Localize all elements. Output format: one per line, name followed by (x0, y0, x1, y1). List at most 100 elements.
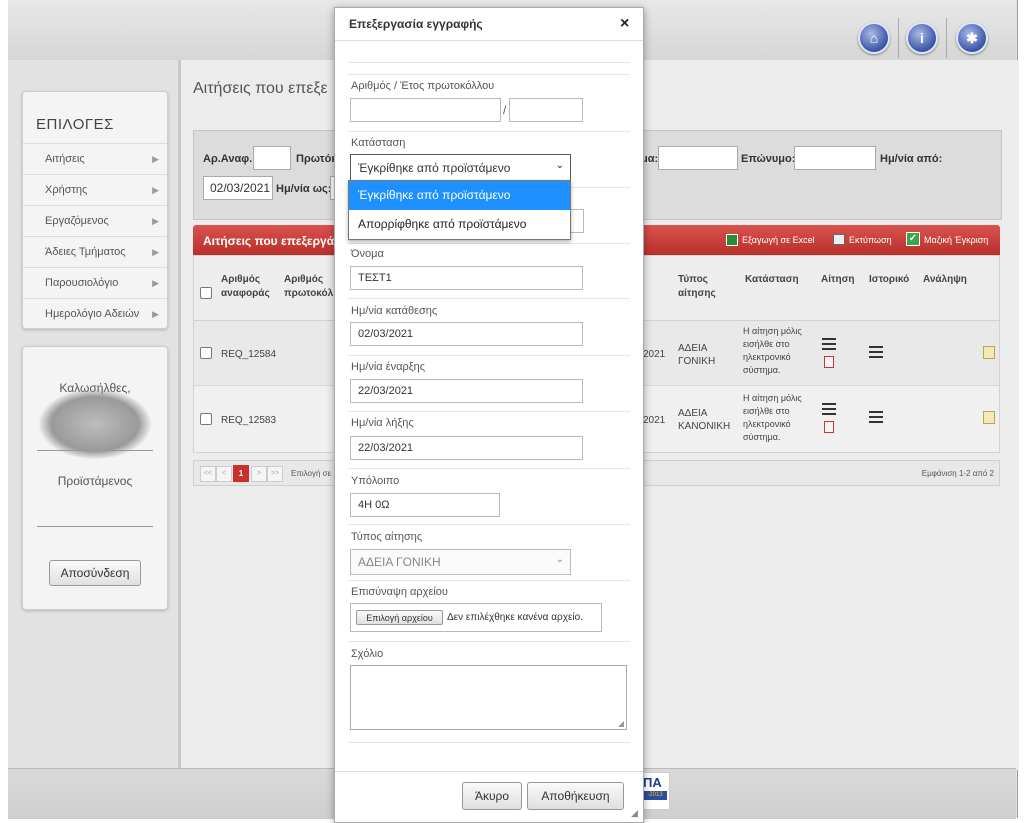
submit-date-label: Ημ/νία κατάθεσης (351, 305, 438, 317)
divider (348, 355, 630, 356)
column-header[interactable]: Ανάληψη (923, 273, 967, 287)
save-button[interactable]: Αποθήκευση (527, 782, 624, 810)
column-header[interactable]: Ιστορικό (869, 273, 909, 287)
sidebar-item-employee[interactable]: Εργαζόμενος ▶ (23, 205, 167, 236)
end-date-input[interactable]: 22/03/2021 (350, 436, 583, 460)
row-checkbox[interactable] (200, 413, 212, 425)
sidebar-item-attendance[interactable]: Παρουσιολόγιο ▶ (23, 267, 167, 298)
bulk-approve-link[interactable]: Μαζική Έγκριση (924, 235, 988, 245)
column-header[interactable]: Κατάσταση (745, 273, 799, 287)
column-header[interactable]: Τύπος αίτησης (678, 273, 728, 301)
ref-number-input[interactable] (253, 146, 291, 170)
status-option-approved[interactable]: Έγκρίθηκε από προϊστάμενο (349, 181, 570, 210)
name-filter-input[interactable] (658, 146, 738, 170)
balance-input[interactable]: 4Η 0Ω (350, 493, 500, 517)
view-request-icon[interactable] (822, 403, 836, 415)
last-page-button[interactable]: >> (267, 466, 283, 482)
current-page[interactable]: 1 (233, 465, 249, 482)
row-checkbox[interactable] (200, 347, 212, 359)
attachment-label: Επισύναψη αρχείου (351, 586, 448, 598)
protocol-label: Πρωτόκ (296, 153, 338, 165)
date-from-input[interactable]: 02/03/2021 (203, 176, 273, 200)
next-page-button[interactable]: > (251, 466, 267, 482)
status-label: Κατάσταση (351, 137, 406, 149)
print-link[interactable]: Εκτύπωση (849, 235, 892, 245)
surname-filter-input[interactable] (794, 146, 876, 170)
name-input[interactable]: ΤΕΣΤ1 (350, 266, 583, 290)
resize-grip-icon[interactable]: ◢ (631, 808, 638, 819)
prev-page-button[interactable]: < (216, 466, 232, 482)
sidebar-item-label: Εργαζόμενος (45, 215, 109, 227)
chevron-down-icon: ⌄ (555, 160, 564, 171)
start-date-input[interactable]: 22/03/2021 (350, 379, 583, 403)
resize-handle-icon[interactable]: ◢ (618, 719, 624, 728)
column-header[interactable]: Αριθμός αναφοράς (221, 273, 273, 301)
cancel-button[interactable]: Άκυρο (462, 782, 522, 810)
sidebar-item-requests[interactable]: Αιτήσεις ▶ (23, 143, 167, 174)
status-option-rejected[interactable]: Απορρίφθηκε από προϊστάμενο (349, 210, 570, 239)
protocol-number-input[interactable] (350, 98, 501, 122)
dialog-title: Επεξεργασία εγγραφής (349, 17, 483, 31)
protocol-year-input[interactable] (509, 98, 583, 122)
settings-icon[interactable]: ✱ (956, 22, 988, 54)
edit-icon[interactable] (983, 411, 995, 424)
chevron-right-icon: ▶ (152, 247, 159, 257)
sidebar-item-leave-calendar[interactable]: Ημερολόγιο Αδειών ▶ (23, 298, 167, 329)
divider (348, 641, 630, 642)
first-page-button[interactable]: << (200, 466, 216, 482)
info-icon[interactable]: i (906, 22, 938, 54)
column-header[interactable]: Αίτηση (821, 273, 855, 287)
file-status: Δεν επιλέχθηκε κανένα αρχείο. (447, 612, 583, 623)
divider (348, 62, 630, 63)
user-role: Προϊστάμενος (57, 474, 133, 488)
divider (348, 131, 630, 132)
sidebar-item-user[interactable]: Χρήστης ▶ (23, 174, 167, 205)
close-icon[interactable]: × (620, 15, 629, 33)
request-status: Η αίτηση μόλις εισήλθε στο ηλεκτρονικό σ… (743, 393, 802, 442)
status-selected-value: Έγκρίθηκε από προϊστάμενο (358, 160, 511, 175)
chevron-right-icon: ▶ (152, 185, 159, 195)
select-all-checkbox[interactable] (200, 287, 212, 299)
surname-label: Επώνυμο: (741, 153, 796, 165)
chevron-right-icon: ▶ (152, 278, 159, 288)
pdf-icon[interactable] (824, 356, 834, 368)
request-type: ΑΔΕΙΑ ΚΑΝΟΝΙΚΗ (678, 408, 731, 432)
logout-button[interactable]: Αποσύνδεση (49, 560, 141, 586)
pdf-icon[interactable] (824, 421, 834, 433)
edit-record-dialog: Επεξεργασία εγγραφής × Αριθμός / Έτος πρ… (334, 7, 644, 823)
divider (348, 742, 630, 743)
footer-logo: ΠΑ -2013 (640, 772, 670, 810)
submit-date-input[interactable]: 02/03/2021 (350, 322, 583, 346)
history-icon[interactable] (869, 346, 883, 358)
choose-file-button[interactable]: Επιλογή αρχείου (356, 610, 443, 625)
history-icon[interactable] (869, 411, 883, 423)
footer-divider (335, 771, 643, 772)
sidebar-item-label: Άδειες Τμήματος (45, 246, 126, 258)
view-request-icon[interactable] (822, 338, 836, 350)
chevron-down-icon: ⌄ (555, 554, 564, 565)
ref-number: REQ_12584 (221, 349, 277, 360)
column-header[interactable]: Αριθμός πρωτοκόλ (284, 273, 334, 303)
sidebar-item-department-leaves[interactable]: Άδειες Τμήματος ▶ (23, 236, 167, 267)
sidebar-item-label: Χρήστης (45, 184, 88, 196)
protocol-label: Αριθμός / Έτος πρωτοκόλλου (351, 80, 495, 92)
chevron-right-icon: ▶ (152, 309, 159, 319)
ref-number: REQ_12583 (221, 415, 277, 426)
comment-textarea[interactable]: ◢ (350, 665, 627, 730)
divider (348, 580, 630, 581)
name-label: Όνομα (351, 248, 384, 260)
status-select[interactable]: Έγκρίθηκε από προϊστάμενο ⌄ (350, 154, 571, 181)
file-input[interactable]: Επιλογή αρχείου Δεν επιλέχθηκε κανένα αρ… (350, 603, 602, 632)
page-title: Αιτήσεις που επεξε (193, 80, 328, 97)
avatar (39, 389, 151, 459)
check-icon: ✓ (906, 232, 920, 246)
divider (898, 18, 899, 58)
export-excel-link[interactable]: Εξαγωγή σε Excel (742, 235, 815, 245)
request-type-label: Τύπος αίτησης (351, 531, 423, 543)
edit-icon[interactable] (983, 346, 995, 359)
divider (37, 526, 153, 527)
home-icon[interactable]: ⌂ (858, 22, 890, 54)
request-type-select[interactable]: ΑΔΕΙΑ ΓΟΝΙΚΗ ⌄ (350, 549, 571, 575)
dialog-header: Επεξεργασία εγγραφής × (335, 8, 643, 41)
divider (37, 450, 153, 451)
